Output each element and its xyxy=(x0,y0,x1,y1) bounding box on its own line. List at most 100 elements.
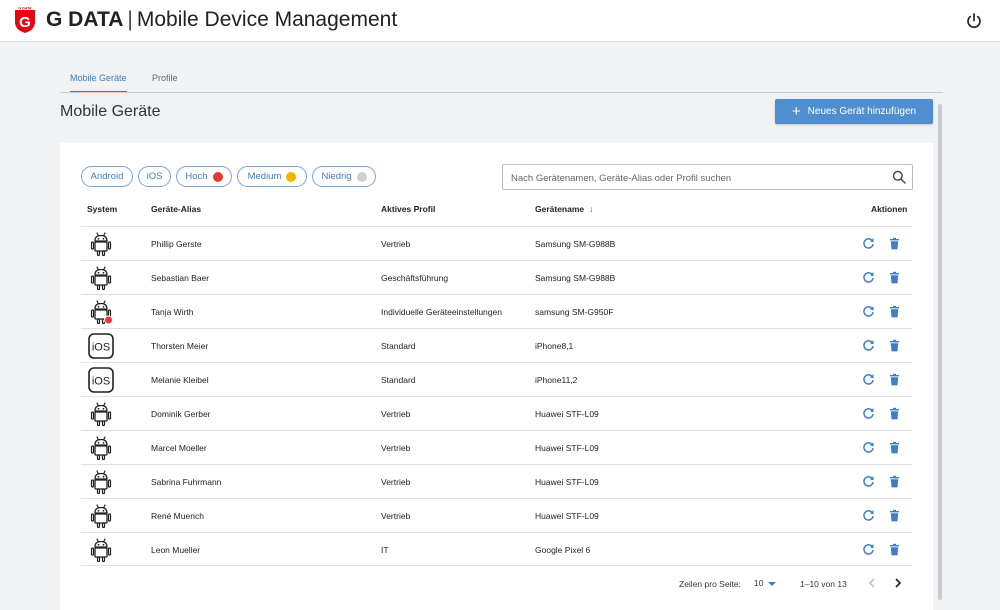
refresh-icon[interactable] xyxy=(862,543,875,556)
scrollbar[interactable] xyxy=(938,104,942,600)
tab-mobile-devices[interactable]: Mobile Geräte xyxy=(70,73,127,93)
add-device-button[interactable]: + Neues Gerät hinzufügen xyxy=(775,99,933,124)
table-row[interactable]: Leon Mueller IT Google Pixel 6 xyxy=(81,532,912,566)
table-row[interactable]: Marcel Moeller Vertrieb Huawei STF-L09 xyxy=(81,430,912,464)
device-alias: Leon Mueller xyxy=(151,545,201,555)
delete-icon[interactable] xyxy=(888,407,901,420)
active-profile: Geschäftsführung xyxy=(381,273,449,283)
app-title: G DATA | Mobile Device Management xyxy=(46,8,397,32)
svg-text:iOS: iOS xyxy=(92,342,110,354)
delete-icon[interactable] xyxy=(888,339,901,352)
filter-ios[interactable]: iOS xyxy=(138,166,171,187)
device-alias: Phillip Gerste xyxy=(151,239,202,249)
header-system[interactable]: System xyxy=(87,204,117,214)
svg-text:iOS: iOS xyxy=(92,376,110,388)
refresh-icon[interactable] xyxy=(862,305,875,318)
refresh-icon[interactable] xyxy=(862,373,875,386)
active-profile: IT xyxy=(381,545,389,555)
delete-icon[interactable] xyxy=(888,475,901,488)
refresh-icon[interactable] xyxy=(862,475,875,488)
device-name: Google Pixel 6 xyxy=(535,545,591,555)
android-icon xyxy=(90,232,112,257)
android-icon xyxy=(90,266,112,291)
device-name: Samsung SM-G988B xyxy=(535,273,616,283)
next-page-icon[interactable] xyxy=(892,577,904,589)
header-alias[interactable]: Geräte-Alias xyxy=(151,204,201,214)
active-profile: Vertrieb xyxy=(381,511,411,521)
sort-down-icon[interactable]: ↓ xyxy=(589,204,593,214)
device-alias: Melanie Kleibel xyxy=(151,375,209,385)
tab-profiles[interactable]: Profile xyxy=(152,73,178,91)
header-profile[interactable]: Aktives Profil xyxy=(381,204,435,214)
device-alias: Thorsten Meier xyxy=(151,341,209,351)
android-icon xyxy=(90,300,113,325)
android-icon xyxy=(90,538,112,563)
table-row[interactable]: iOS Melanie Kleibel Standard iPhone11,2 xyxy=(81,362,912,396)
brand-name: G DATA xyxy=(46,8,124,31)
delete-icon[interactable] xyxy=(888,237,901,250)
filter-ios-label: iOS xyxy=(146,171,163,182)
device-name: Huawei STF-L09 xyxy=(535,443,599,453)
delete-icon[interactable] xyxy=(888,441,901,454)
tab-divider xyxy=(60,92,943,93)
device-name: Huawei STF-L09 xyxy=(535,409,599,419)
refresh-icon[interactable] xyxy=(862,271,875,284)
search-input[interactable] xyxy=(511,170,881,186)
active-profile: Individuelle Geräteeinstellungen xyxy=(381,307,502,317)
device-alias: Marcel Moeller xyxy=(151,443,207,453)
filter-low[interactable]: Niedrig xyxy=(312,166,376,187)
filter-low-label: Niedrig xyxy=(321,171,352,182)
android-icon xyxy=(90,436,112,461)
active-profile: Vertrieb xyxy=(381,409,411,419)
power-icon[interactable] xyxy=(965,12,983,30)
delete-icon[interactable] xyxy=(888,373,901,386)
refresh-icon[interactable] xyxy=(862,407,875,420)
table-row[interactable]: iOS Thorsten Meier Standard iPhone8,1 xyxy=(81,328,912,362)
device-name: iPhone11,2 xyxy=(535,375,578,385)
active-profile: Vertrieb xyxy=(381,239,411,249)
rows-per-page-select[interactable]: 10 xyxy=(754,578,777,588)
filter-medium[interactable]: Medium xyxy=(237,166,307,187)
device-name: samsung SM-G950F xyxy=(535,307,614,317)
table-row[interactable]: Sebastian Baer Geschäftsführung Samsung SM… xyxy=(81,260,912,294)
search-icon[interactable] xyxy=(892,170,906,184)
android-icon xyxy=(90,470,112,495)
device-name: Huawei STF-L09 xyxy=(535,511,599,521)
device-alias: René Muench xyxy=(151,511,204,521)
top-bar: G DATA G G DATA | Mobile Device Management xyxy=(0,0,1000,42)
ios-icon: iOS xyxy=(88,333,114,359)
page-title: Mobile Geräte xyxy=(60,103,161,120)
gdata-logo: G DATA G xyxy=(15,6,35,33)
header-device-name[interactable]: Gerätename ↓ xyxy=(535,204,593,214)
delete-icon[interactable] xyxy=(888,305,901,318)
table-row[interactable]: Sabrina Fuhrmann Vertrieb Huawei STF-L09 xyxy=(81,464,912,498)
delete-icon[interactable] xyxy=(888,509,901,522)
filter-medium-label: Medium xyxy=(247,171,282,182)
table-row[interactable]: Dominik Gerber Vertrieb Huawei STF-L09 xyxy=(81,396,912,430)
refresh-icon[interactable] xyxy=(862,509,875,522)
delete-icon[interactable] xyxy=(888,543,901,556)
prev-page-icon[interactable] xyxy=(866,577,878,589)
table-row[interactable]: Tanja Wirth Individuelle Geräteeinstellun… xyxy=(81,294,912,328)
high-risk-dot xyxy=(212,171,223,182)
refresh-icon[interactable] xyxy=(862,441,875,454)
rows-per-page-value: 10 xyxy=(754,578,764,588)
filter-high-label: Hoch xyxy=(185,171,208,182)
search-box xyxy=(502,164,913,190)
filter-android-label: Android xyxy=(90,171,124,182)
table-row[interactable]: Phillip Gerste Vertrieb Samsung SM-G988B xyxy=(81,226,912,260)
active-profile: Standard xyxy=(381,375,416,385)
filter-high[interactable]: Hoch xyxy=(176,166,232,187)
header-device-label: Gerätename xyxy=(535,204,585,214)
device-alias: Sebastian Baer xyxy=(151,273,210,283)
refresh-icon[interactable] xyxy=(862,339,875,352)
active-profile: Vertrieb xyxy=(381,443,411,453)
table-row[interactable]: René Muench Vertrieb Huawei STF-L09 xyxy=(81,498,912,532)
filter-android[interactable]: Android xyxy=(81,166,133,187)
device-alias: Tanja Wirth xyxy=(151,307,194,317)
refresh-icon[interactable] xyxy=(862,237,875,250)
ios-icon: iOS xyxy=(88,367,114,393)
delete-icon[interactable] xyxy=(888,271,901,284)
active-profile: Standard xyxy=(381,341,416,351)
plus-icon: + xyxy=(791,103,801,120)
